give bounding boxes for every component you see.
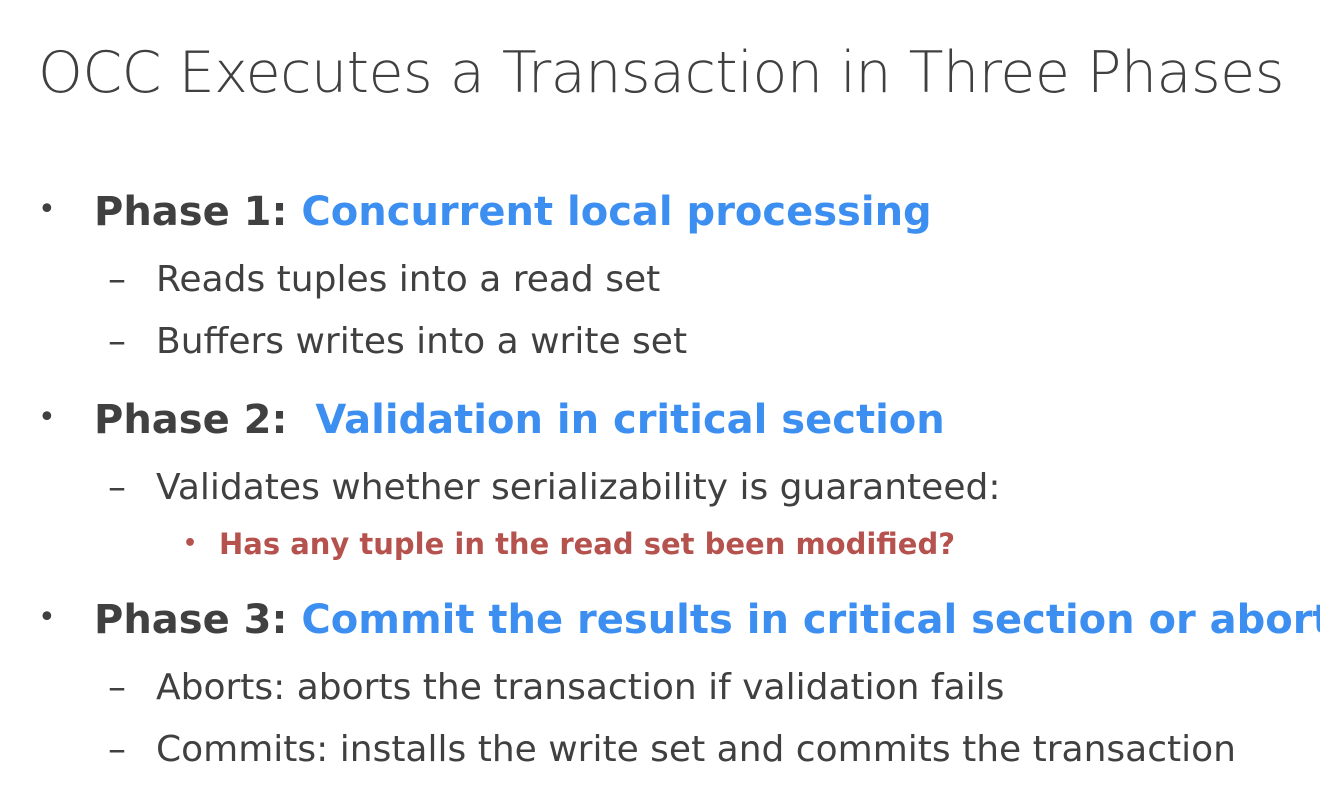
bullet-phase-1: • Phase 1: Concurrent local processing [38,192,932,232]
dash-icon: – [108,729,126,770]
dash-icon: – [108,259,126,300]
phase-label: Phase 3: [94,597,288,643]
dash-icon: – [108,321,126,362]
sub-bullet: – Buffers writes into a write set [108,324,687,360]
slide-title: OCC Executes a Transaction in Three Phas… [38,40,1284,106]
phase-highlight: Validation in critical section [315,397,945,443]
dash-icon: – [108,467,126,508]
sub-bullet: – Validates whether serializability is gu… [108,470,1000,506]
phase-highlight: Concurrent local processing [301,189,932,235]
slide: OCC Executes a Transaction in Three Phas… [0,0,1320,810]
sub-bullet-text: Validates whether serializability is gua… [156,467,1001,508]
phase-highlight: Commit the results in critical section o… [301,597,1320,643]
dash-icon: – [108,667,126,708]
bullet-dot-icon: • [183,531,198,556]
phase-label: Phase 1: [94,189,288,235]
phase-label: Phase 2: [94,397,288,443]
sub-bullet-text: Aborts: aborts the transaction if valida… [156,667,1005,708]
sub-bullet-text: Buffers writes into a write set [156,321,688,362]
bullet-dot-icon: • [38,400,56,435]
sub-bullet: – Reads tuples into a read set [108,262,660,298]
sub-sub-bullet-text: Has any tuple in the read set been modif… [219,527,956,561]
sub-bullet: – Commits: installs the write set and com… [108,732,1236,768]
sub-sub-bullet: • Has any tuple in the read set been modi… [183,530,955,559]
bullet-dot-icon: • [38,600,56,635]
sub-bullet-text: Commits: installs the write set and comm… [156,729,1236,770]
sub-bullet: – Aborts: aborts the transaction if valid… [108,670,1004,706]
bullet-phase-2: • Phase 2: Validation in critical section [38,400,945,440]
bullet-phase-3: • Phase 3: Commit the results in critical… [38,600,1320,640]
bullet-dot-icon: • [38,192,56,227]
sub-bullet-text: Reads tuples into a read set [156,259,661,300]
